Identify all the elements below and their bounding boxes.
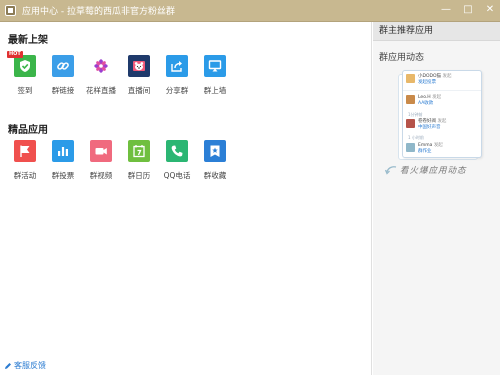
calendar-icon [128, 140, 150, 162]
app-checkin[interactable]: HOT 签到 [7, 51, 40, 96]
feed-user: 小DODO猫 [418, 74, 442, 79]
app-activity-preview[interactable]: 小DODO猫 发起 发起投票 Leo.H 发起 AA收款 1分钟前 卷卷好阅 发… [398, 70, 484, 160]
feed-suffix: 发起 [432, 95, 442, 100]
activity-caption: 看火爆应用动态 [385, 164, 467, 176]
avatar [406, 95, 415, 104]
app-label: 群投票 [51, 171, 75, 180]
section-title-featured: 精品应用 [8, 125, 48, 136]
app-group-video[interactable]: 群视频 [86, 140, 116, 181]
feed-time: 1分钟前 [408, 112, 423, 117]
share-icon [166, 55, 188, 77]
activity-card: 小DODO猫 发起 发起投票 Leo.H 发起 AA收款 1分钟前 卷卷好阅 发… [402, 70, 482, 158]
pencil-icon [5, 362, 11, 369]
avatar [406, 74, 415, 83]
divider [403, 90, 481, 91]
app-label: 花样直播 [86, 86, 116, 95]
feed-item: Emma 发起 群作业 [406, 143, 443, 155]
feed-time: 1 小时前 [408, 135, 424, 140]
feed-action: AA收款 [418, 101, 434, 106]
tv-bear-icon [128, 55, 150, 77]
feed-suffix: 发起 [442, 74, 452, 79]
feed-item: 卷卷好阅 发起 中国好声音 [406, 119, 446, 131]
app-label: 群链接 [51, 86, 75, 95]
app-group-link[interactable]: 群链接 [48, 55, 78, 96]
title-bar: 应用中心 - 拉草莓的西瓜非官方粉丝群 — □ ✕ [0, 0, 500, 22]
app-label: 直播间 [127, 86, 151, 95]
sidebar-subheader: 群应用动态 [379, 53, 425, 63]
app-share-group[interactable]: 分享群 [162, 55, 192, 96]
feedback-label: 客服反馈 [14, 361, 46, 370]
feed-action: 发起投票 [418, 80, 436, 85]
feed-user: Leo.H [418, 95, 431, 100]
hot-badge: HOT [7, 51, 23, 58]
link-icon [52, 55, 74, 77]
app-label: 群日历 [127, 171, 151, 180]
screen-icon [204, 55, 226, 77]
feed-action: 中国好声音 [418, 125, 441, 130]
app-live-room[interactable]: 直播间 [124, 55, 154, 96]
flag-icon [14, 140, 36, 162]
latest-apps-grid: HOT 签到 群链接 花样直播 直播间 分享群 群上墙 [7, 51, 230, 96]
app-label: 分享群 [165, 86, 189, 95]
sidebar: 群主推荐应用 群应用动态 小DODO猫 发起 发起投票 Leo.H 发起 AA收… [373, 22, 500, 375]
app-label: 群上墙 [203, 86, 227, 95]
caption-text: 看火爆应用动态 [400, 166, 467, 176]
sidebar-header: 群主推荐应用 [373, 22, 500, 41]
phone-icon [166, 140, 188, 162]
avatar [406, 143, 415, 152]
app-group-activity[interactable]: 群活动 [10, 140, 40, 181]
app-qq-phone[interactable]: QQ电话 [162, 140, 192, 181]
feed-suffix: 发起 [437, 119, 447, 124]
flower-icon [90, 55, 112, 77]
app-flower-live[interactable]: 花样直播 [86, 55, 116, 96]
feed-suffix: 发起 [433, 143, 443, 148]
app-label: 签到 [17, 86, 33, 95]
app-label: 群收藏 [203, 171, 227, 180]
app-group-vote[interactable]: 群投票 [48, 140, 78, 181]
video-icon [90, 140, 112, 162]
app-list-panel: 最新上架 HOT 签到 群链接 花样直播 直播间 分享群 群上墙 精品应用 群活… [0, 22, 372, 375]
app-group-calendar[interactable]: 群日历 [124, 140, 154, 181]
window-controls: — □ ✕ [440, 4, 496, 16]
feed-action: 群作业 [418, 149, 432, 154]
featured-apps-grid: 群活动 群投票 群视频 群日历 QQ电话 群收藏 [10, 140, 230, 181]
section-title-latest: 最新上架 [8, 35, 48, 46]
app-label: 群活动 [13, 171, 37, 180]
app-group-wall[interactable]: 群上墙 [200, 55, 230, 96]
maximize-button[interactable]: □ [462, 4, 474, 16]
bar-chart-icon [52, 140, 74, 162]
app-group-favorites[interactable]: 群收藏 [200, 140, 230, 181]
app-label: QQ电话 [163, 171, 191, 180]
minimize-button[interactable]: — [440, 4, 452, 16]
feed-item: Leo.H 发起 AA收款 [406, 95, 441, 107]
close-button[interactable]: ✕ [484, 4, 496, 16]
app-label: 群视频 [89, 171, 113, 180]
feed-item: 小DODO猫 发起 发起投票 [406, 74, 451, 86]
checkin-icon [14, 55, 36, 77]
star-bookmark-icon [204, 140, 226, 162]
window-title: 应用中心 - 拉草莓的西瓜非官方粉丝群 [22, 7, 175, 17]
feed-user: Emma [418, 143, 433, 148]
curved-arrow-icon [385, 166, 397, 175]
app-center-icon [5, 5, 16, 16]
feed-user: 卷卷好阅 [418, 119, 436, 124]
avatar [406, 119, 415, 128]
feedback-link[interactable]: 客服反馈 [4, 360, 46, 371]
